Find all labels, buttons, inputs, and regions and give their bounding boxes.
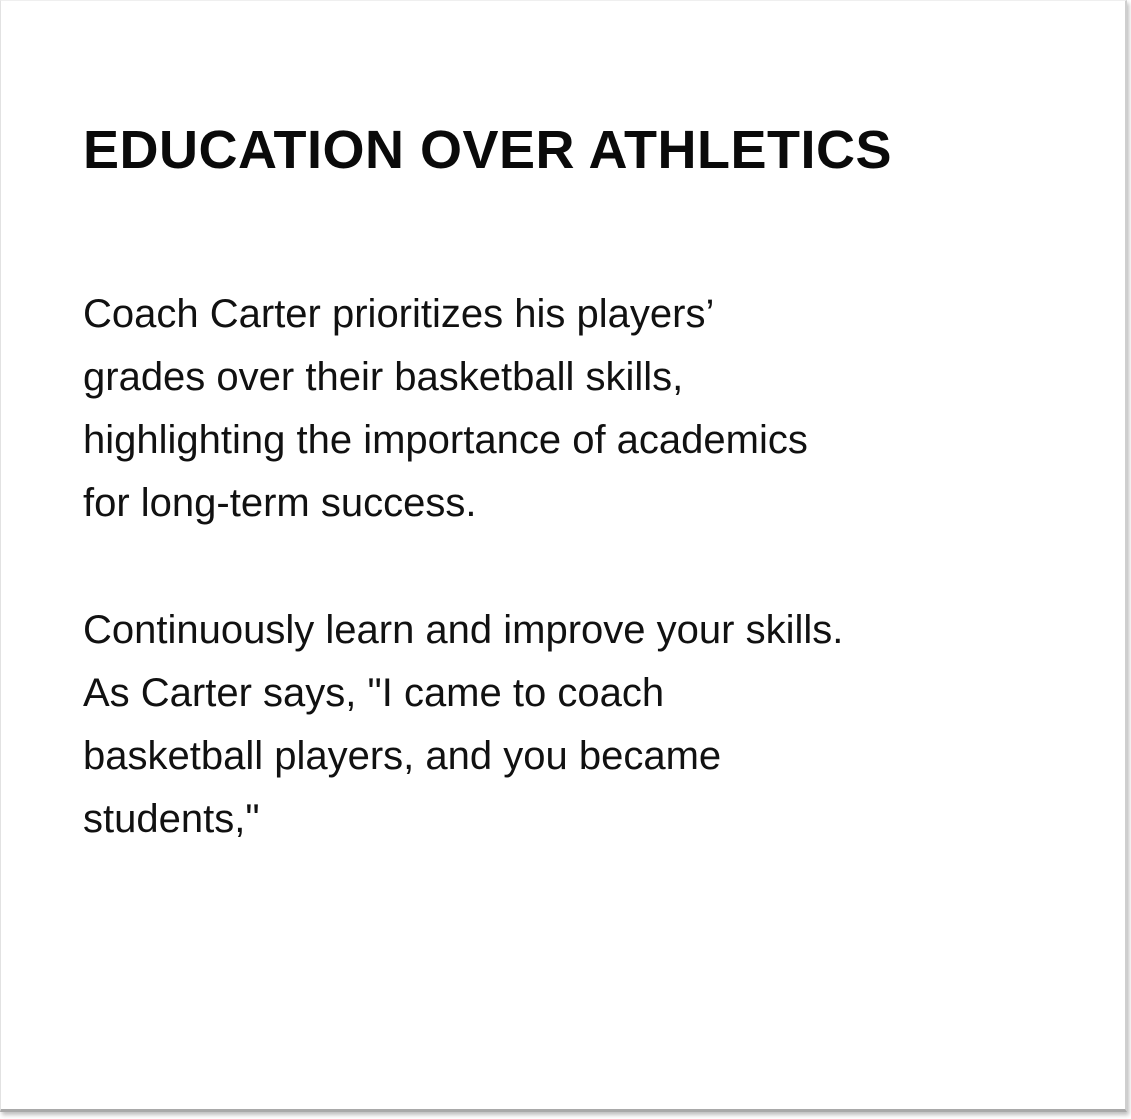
paragraph-line: basketball players, and you became: [83, 734, 722, 778]
paragraph-line: Continuously learn and improve your skil…: [83, 608, 844, 652]
paragraph-line: for long-term success.: [83, 481, 477, 525]
paragraph-line: highlighting the importance of academics: [83, 418, 808, 462]
paragraph-line: students,": [83, 797, 260, 841]
card-title: EDUCATION OVER ATHLETICS: [83, 120, 893, 180]
paragraph-quote: Continuously learn and improve your skil…: [83, 599, 1023, 851]
paragraph-line: Coach Carter prioritizes his players’: [83, 292, 715, 336]
content-card: EDUCATION OVER ATHLETICS Coach Carter pr…: [0, 0, 1127, 1112]
paragraph-line: As Carter says, "I came to coach: [83, 671, 665, 715]
paragraph-line: grades over their basketball skills,: [83, 355, 684, 399]
paragraph-summary: Coach Carter prioritizes his players’ gr…: [83, 283, 1023, 535]
